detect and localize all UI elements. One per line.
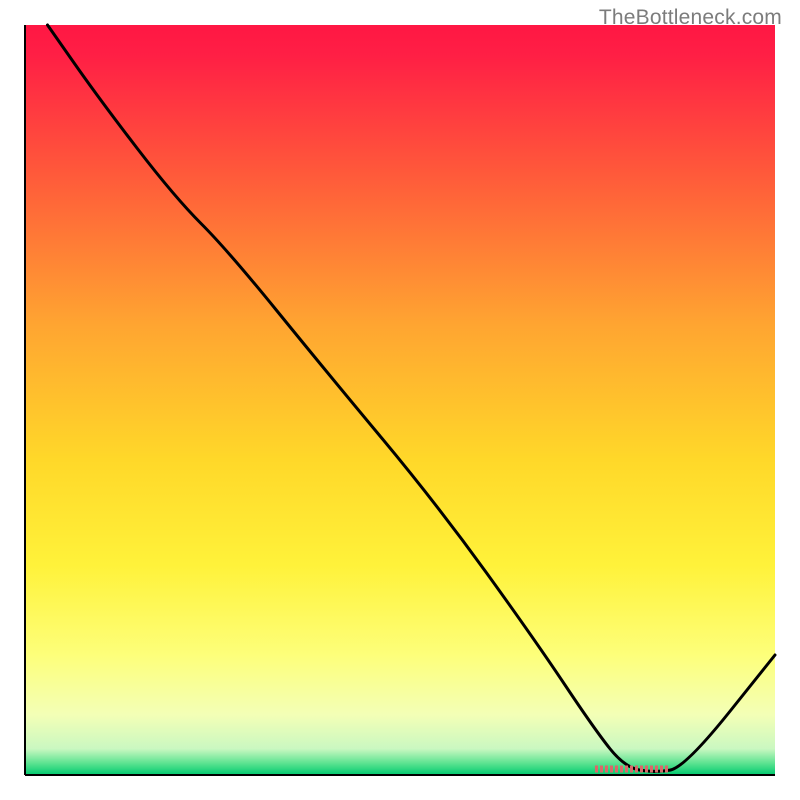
bottleneck-chart: TheBottleneck.com <box>0 0 800 800</box>
gradient-background <box>25 25 775 775</box>
chart-svg <box>0 0 800 800</box>
watermark-text: TheBottleneck.com <box>599 6 782 30</box>
